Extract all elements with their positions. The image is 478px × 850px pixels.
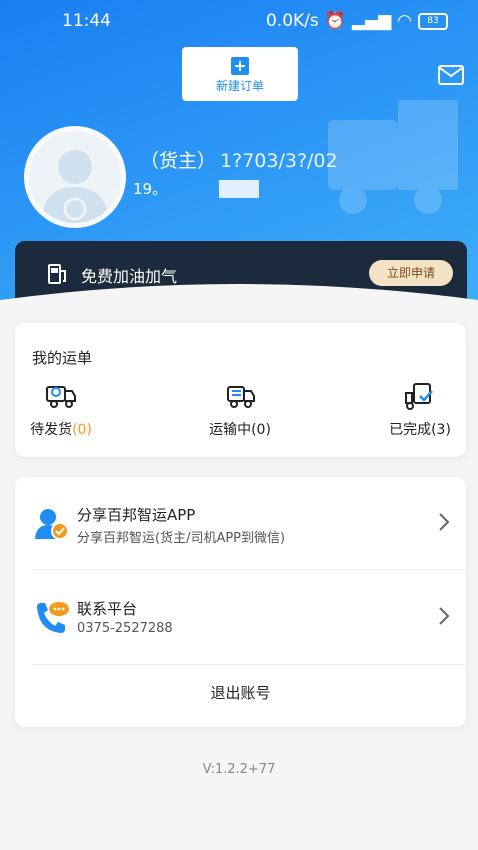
waybill-card: 我的运单 待发货(0) 运输中(0) 已完成(3) <box>15 323 466 457</box>
user-avatar-icon <box>41 150 109 223</box>
alarm-icon: ⏰ <box>324 11 346 31</box>
waybill-in-transit[interactable]: 运输中(0) <box>195 381 285 439</box>
new-order-label: 新建订单 <box>215 79 264 93</box>
share-user-icon <box>35 509 69 540</box>
signal-icon: ▂▄▆ <box>351 11 392 31</box>
truck-watermark-icon <box>328 100 458 214</box>
contact-platform-row[interactable]: 联系平台 0375-2527288 <box>15 571 466 663</box>
in-transit-label: 运输中 <box>209 422 252 438</box>
waybill-completed[interactable]: 已完成(3) <box>375 381 465 439</box>
wifi-icon: ◠ <box>397 11 412 31</box>
mail-icon[interactable] <box>438 65 464 85</box>
share-app-subtitle: 分享百邦智运(货主/司机APP到微信) <box>77 531 286 546</box>
truck-completed-icon <box>405 383 433 410</box>
pending-label: 待发货 <box>30 422 73 438</box>
share-app-row[interactable]: 分享百邦智运APP 分享百邦智运(货主/司机APP到微信) <box>15 477 466 569</box>
share-app-title: 分享百邦智运APP <box>77 506 196 524</box>
waybill-title: 我的运单 <box>32 349 93 367</box>
logout-button[interactable]: 退出账号 <box>15 671 466 715</box>
completed-count: (3) <box>431 422 451 438</box>
user-role: （货主） 1?703/3?/02 <box>140 146 338 173</box>
pending-count: (0) <box>72 422 92 438</box>
app-version: V:1.2.2+77 <box>202 762 276 777</box>
divider <box>32 664 466 665</box>
chevron-right-icon <box>439 513 450 531</box>
phone-chat-icon <box>37 602 69 633</box>
new-order-button[interactable]: 新建订单 <box>182 47 298 101</box>
truck-pending-icon <box>46 386 76 408</box>
divider <box>32 569 466 570</box>
truck-transit-icon <box>227 386 255 408</box>
in-transit-count: (0) <box>251 422 271 438</box>
contact-platform-phone: 0375-2527288 <box>77 621 173 636</box>
header-curve <box>0 284 478 318</box>
chevron-right-icon <box>439 607 450 625</box>
status-bar: 11:44 0.0K/s ⏰ ▂▄▆ ◠ 83 <box>0 0 478 40</box>
redacted-block <box>219 180 259 198</box>
battery-icon: 83 <box>418 12 448 30</box>
waybill-pending[interactable]: 待发货(0) <box>16 381 106 439</box>
user-phone-secondary: 19。 <box>133 180 168 198</box>
user-phone: 1?703/3?/02 <box>220 150 338 172</box>
completed-label: 已完成 <box>389 422 432 438</box>
avatar[interactable] <box>24 126 126 228</box>
menu-card: 分享百邦智运APP 分享百邦智运(货主/司机APP到微信) 联系平台 0375-… <box>15 477 466 727</box>
user-role-label: （货主） <box>140 150 217 172</box>
status-time: 11:44 <box>62 11 111 31</box>
contact-platform-title: 联系平台 <box>77 600 138 618</box>
new-order-icon <box>231 57 249 75</box>
network-speed: 0.0K/s <box>265 11 319 31</box>
